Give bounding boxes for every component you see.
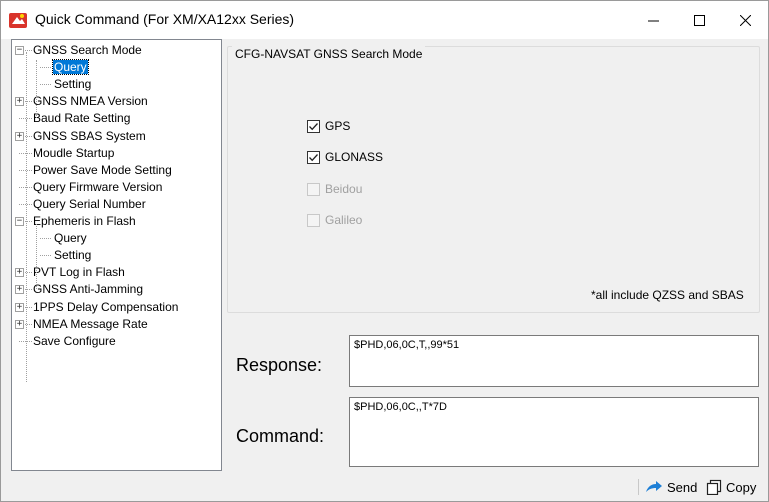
app-icon [9,13,27,28]
tree-item[interactable]: 1PPS Delay Compensation [32,299,179,316]
close-icon [739,14,751,26]
tree-item-label: Query Serial Number [33,197,146,211]
tree-item[interactable]: NMEA Message Rate [32,316,149,333]
minimize-button[interactable] [630,1,676,39]
tree-item[interactable]: Query [53,230,88,247]
checkbox-box [307,150,320,164]
qzss-sbas-note: *all include QZSS and SBAS [591,288,744,302]
command-tree[interactable]: GNSS Search Mode − Query Setting GNSS NMEA V… [11,39,222,471]
tree-item[interactable]: Query Serial Number [32,196,147,213]
glonass-checkbox[interactable]: GLONASS [307,148,383,166]
copy-button[interactable]: Copy [706,477,756,497]
send-button[interactable]: Send [645,477,697,497]
tree-item[interactable]: Moudle Startup [32,145,115,162]
status-bar: Send Copy [1,473,768,501]
tree-item-label: GNSS SBAS System [33,129,146,143]
command-textbox[interactable]: $PHD,06,0C,,T*7D [349,397,759,467]
tree-connector [36,224,37,289]
tree-item-label: Baud Rate Setting [33,111,131,125]
tree-connector [40,238,51,239]
status-separator [638,479,639,495]
galileo-checkbox: Galileo [307,211,362,229]
gps-checkbox[interactable]: GPS [307,117,350,135]
tree-item[interactable]: Ephemeris in Flash [32,213,137,230]
tree-item-label: Moudle Startup [33,146,115,160]
beidou-label: Beidou [325,182,363,196]
command-label: Command: [236,426,325,446]
tree-connector [26,52,27,120]
quick-command-window: Quick Command (For XM/XA12xx Series) GNS… [0,0,769,502]
minimize-icon [647,20,659,21]
checkmark-icon [309,153,318,161]
checkbox-box [307,119,320,133]
groupbox-title: CFG-NAVSAT GNSS Search Mode [232,46,426,62]
title-bar: Quick Command (For XM/XA12xx Series) [1,1,768,39]
tree-item[interactable]: GNSS Anti-Jamming [32,281,144,298]
tree-item-label: Ephemeris in Flash [33,214,136,228]
tree-item-label: Query [54,231,87,245]
collapse-icon[interactable]: − [15,217,24,226]
send-label: Send [667,479,698,495]
copy-label: Copy [726,479,757,495]
beidou-checkbox: Beidou [307,180,362,198]
tree-connector [40,255,51,256]
response-label: Response: [236,355,323,375]
tree-item[interactable]: GNSS Search Mode [32,42,143,59]
tree-item[interactable]: Power Save Mode Setting [32,162,173,179]
tree-item[interactable]: PVT Log in Flash [32,264,126,281]
tree-item[interactable]: Baud Rate Setting [32,110,131,127]
close-button[interactable] [722,1,768,39]
expand-icon[interactable]: + [15,285,24,294]
tree-connector [40,67,51,68]
tree-item-label: Setting [54,77,92,91]
tree-item-label: Save Configure [33,334,116,348]
tree-item-label: Setting [54,248,92,262]
expand-icon[interactable]: + [15,320,24,329]
tree-connector [36,60,37,118]
expand-icon[interactable]: + [15,303,24,312]
maximize-button[interactable] [676,1,722,39]
tree-item-label: Power Save Mode Setting [33,163,172,177]
checkbox-box [307,182,320,196]
tree-item-label: GNSS Search Mode [33,43,142,57]
expand-icon[interactable]: + [15,132,24,141]
response-textbox[interactable]: $PHD,06,0C,T,,99*51 [349,335,759,387]
copy-icon [706,479,722,495]
tree-item[interactable]: Setting [53,76,92,93]
tree-item-label: PVT Log in Flash [33,265,125,279]
tree-item[interactable]: Setting [53,247,92,264]
tree-item-label: Query [52,59,89,75]
glonass-label: GLONASS [325,150,384,164]
tree-item[interactable]: Query Firmware Version [32,179,163,196]
window-title: Quick Command (For XM/XA12xx Series) [35,11,295,27]
tree-connector [26,120,27,382]
expand-icon[interactable]: + [15,268,24,277]
collapse-icon[interactable]: − [15,46,24,55]
checkbox-box [307,213,320,227]
tree-item[interactable]: GNSS SBAS System [32,128,147,145]
gps-label: GPS [325,119,351,133]
tree-item-label: Query Firmware Version [33,180,163,194]
maximize-icon [693,14,705,26]
tree-item-label: NMEA Message Rate [33,317,148,331]
tree-connector [40,84,51,85]
tree-item-label: GNSS Anti-Jamming [33,282,144,296]
checkmark-icon [309,122,318,130]
expand-icon[interactable]: + [15,97,24,106]
tree-item[interactable]: Query [52,59,89,76]
tree-item-label: GNSS NMEA Version [33,94,148,108]
send-arrow-icon [646,481,662,492]
tree-item[interactable]: Save Configure [32,333,117,350]
tree-item[interactable]: GNSS NMEA Version [32,93,149,110]
tree-item-label: 1PPS Delay Compensation [33,300,179,314]
galileo-label: Galileo [325,213,363,227]
